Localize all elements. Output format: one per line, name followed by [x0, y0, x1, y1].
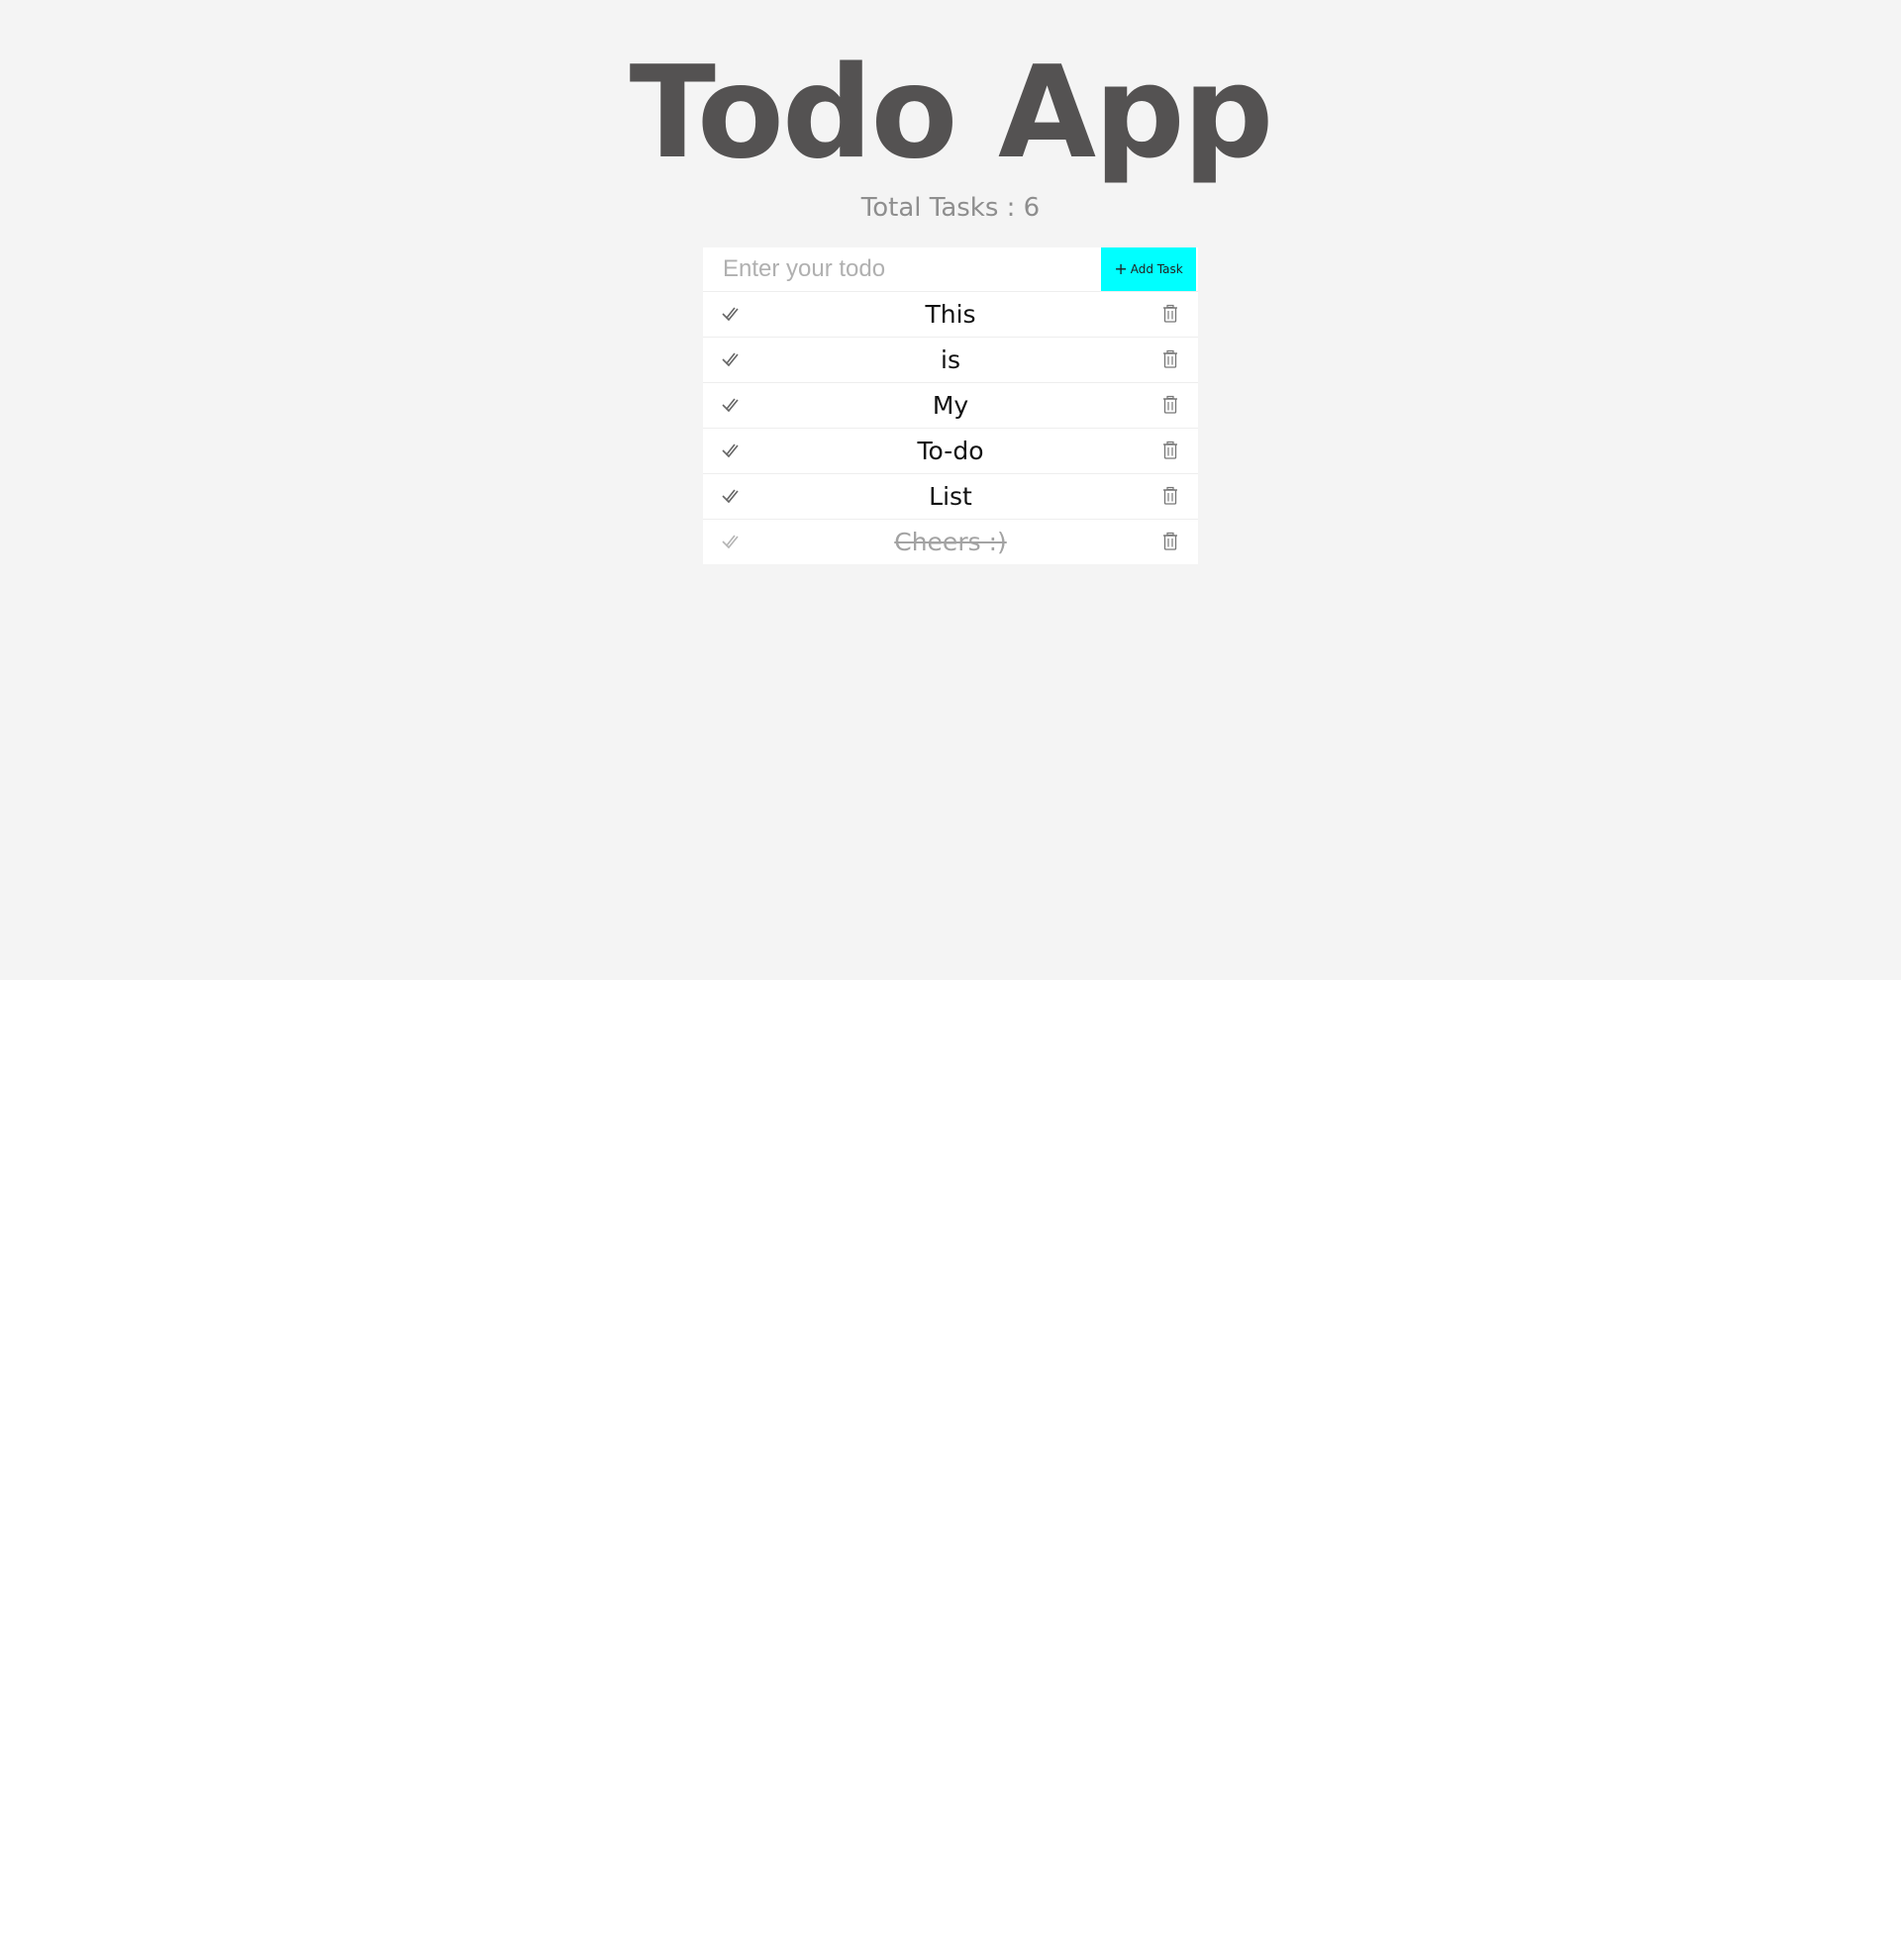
plus-icon: + [1114, 259, 1128, 278]
todo-text: is [941, 345, 960, 374]
trash-icon[interactable] [1160, 486, 1180, 506]
trash-icon[interactable] [1160, 441, 1180, 460]
double-check-icon[interactable] [721, 441, 741, 460]
double-check-icon[interactable] [721, 304, 741, 324]
double-check-icon[interactable] [721, 349, 741, 369]
todo-text: To-do [917, 437, 984, 465]
list-item-completed: Cheers :) [703, 520, 1198, 564]
double-check-icon[interactable] [721, 532, 741, 551]
list-item: List [703, 474, 1198, 520]
list-item: My [703, 383, 1198, 429]
add-task-label: Add Task [1130, 262, 1183, 276]
todo-input[interactable] [703, 247, 1095, 291]
todo-text: List [929, 482, 972, 511]
double-check-icon[interactable] [721, 395, 741, 415]
trash-icon[interactable] [1160, 395, 1180, 415]
todo-text: Cheers :) [894, 528, 1007, 556]
input-row: + Add Task [703, 247, 1198, 292]
list-item: is [703, 338, 1198, 383]
trash-icon[interactable] [1160, 532, 1180, 551]
trash-icon[interactable] [1160, 349, 1180, 369]
todo-text: This [925, 300, 976, 329]
add-task-button[interactable]: + Add Task [1101, 247, 1196, 291]
list-item: To-do [703, 429, 1198, 474]
total-tasks-count: Total Tasks : 6 [860, 193, 1041, 223]
trash-icon[interactable] [1160, 304, 1180, 324]
todo-card: + Add Task This is [703, 247, 1198, 564]
todo-text: My [932, 391, 969, 420]
double-check-icon[interactable] [721, 486, 741, 506]
list-item: This [703, 292, 1198, 338]
page-title: Todo App [629, 40, 1274, 187]
